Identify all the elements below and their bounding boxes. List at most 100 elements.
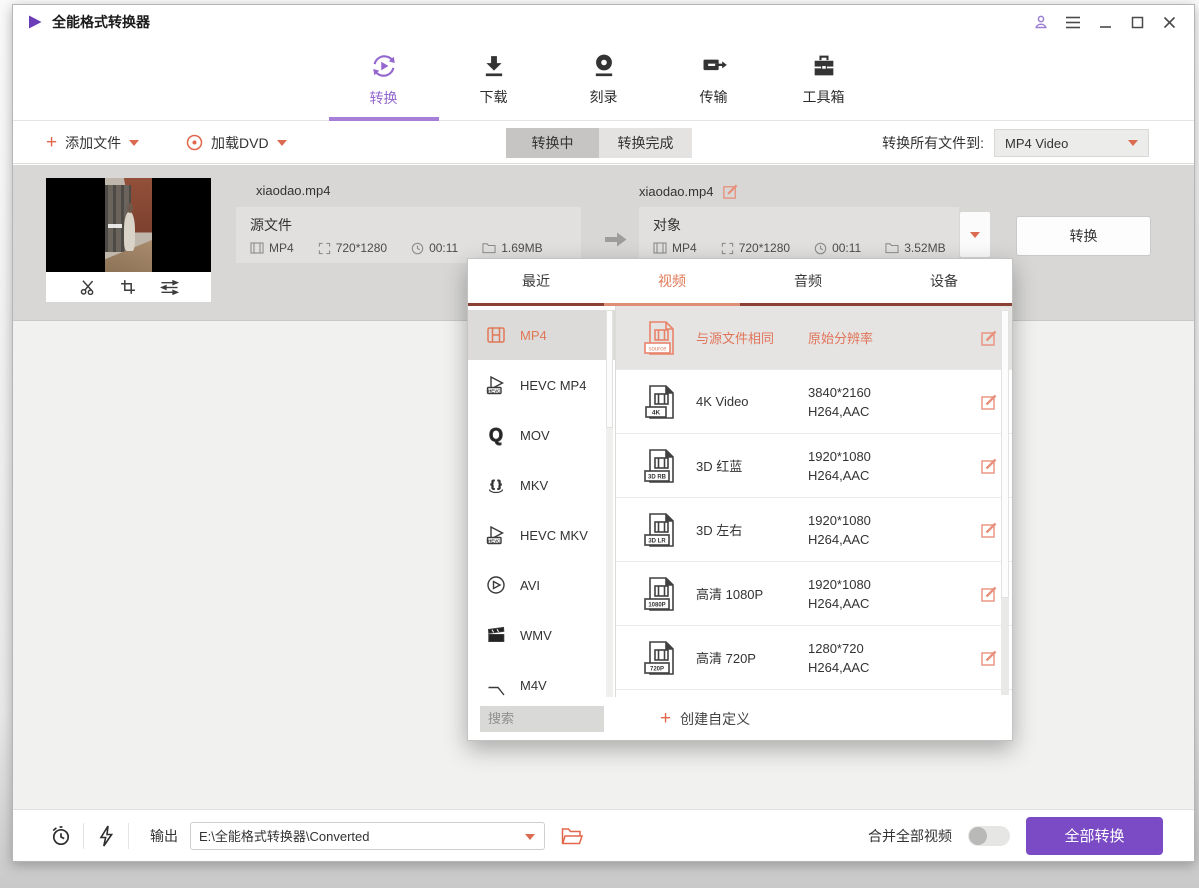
format-item-hevc-mkv[interactable]: HEVC HEVC MKV <box>468 510 615 560</box>
trim-icon[interactable] <box>79 279 96 295</box>
output-format-value: MP4 Video <box>1005 136 1068 151</box>
schedule-icon[interactable] <box>44 824 78 848</box>
screen: 全能格式转换器 <box>0 0 1199 888</box>
format-item-mp4[interactable]: MP4 <box>468 310 615 360</box>
search-input[interactable] <box>480 706 604 732</box>
format-list-scrollbar[interactable] <box>606 310 613 697</box>
format-list: MP4 HEVC HEVC MP4 Q MOV { } <box>468 306 616 697</box>
target-format-cell: MP4 <box>653 241 697 255</box>
format-item-avi[interactable]: AVI <box>468 560 615 610</box>
queue-tabs: 转换中 转换完成 <box>506 128 692 158</box>
open-folder-icon[interactable] <box>561 827 583 845</box>
target-size-cell: 3.52MB <box>885 241 945 255</box>
output-path-select[interactable] <box>190 822 545 850</box>
plus-icon: + <box>660 709 671 728</box>
source-format-cell: MP4 <box>250 241 294 255</box>
close-icon[interactable] <box>1158 12 1180 32</box>
preset-name: 高清 1080P <box>696 584 808 603</box>
nav-item-burn[interactable]: 刻录 <box>549 39 659 120</box>
svg-text:4K: 4K <box>652 409 661 416</box>
output-format-select[interactable]: MP4 Video <box>994 129 1149 157</box>
preset-resolution: 1920*1080 <box>808 577 938 592</box>
edit-icon[interactable] <box>980 329 998 347</box>
preset-row-1080p[interactable]: 1080P 高清 1080P 1920*1080 H264,AAC <box>616 562 1012 626</box>
m4v-icon <box>485 674 507 696</box>
resolution-icon <box>721 242 734 255</box>
tab-device[interactable]: 设备 <box>876 259 1012 303</box>
edit-icon[interactable] <box>980 393 998 411</box>
rename-icon[interactable] <box>722 183 739 200</box>
preset-codec: H264,AAC <box>808 596 938 611</box>
nav-item-toolbox[interactable]: 工具箱 <box>769 39 879 120</box>
output-path-input[interactable] <box>191 828 544 843</box>
preset-row-3d-rb[interactable]: 3D RB 3D 红蓝 1920*1080 H264,AAC <box>616 434 1012 498</box>
tab-audio[interactable]: 音频 <box>740 259 876 303</box>
format-popup-body: MP4 HEVC HEVC MP4 Q MOV { } <box>468 306 1012 697</box>
preset-list-scrollbar[interactable] <box>1001 308 1009 695</box>
create-custom-label: 创建自定义 <box>680 709 750 729</box>
add-files-label: 添加文件 <box>65 133 121 153</box>
nav-item-transfer[interactable]: 传输 <box>659 39 769 120</box>
tab-recent[interactable]: 最近 <box>468 259 604 303</box>
preset-codec: H264,AAC <box>808 532 938 547</box>
crop-icon[interactable] <box>120 279 136 295</box>
divider <box>83 823 84 849</box>
output-label: 输出 <box>150 826 178 846</box>
convert-icon <box>369 51 399 81</box>
menu-icon[interactable] <box>1062 12 1084 32</box>
preset-row-source[interactable]: source 与源文件相同 原始分辨率 <box>616 306 1012 370</box>
preset-name: 高清 720P <box>696 648 808 667</box>
preset-resolution: 1280*720 <box>808 641 938 656</box>
maximize-icon[interactable] <box>1126 12 1148 32</box>
nav-label-burn: 刻录 <box>590 87 618 107</box>
nav-item-download[interactable]: 下载 <box>439 39 549 120</box>
merge-videos-toggle[interactable] <box>968 826 1010 846</box>
format-item-hevc-mp4[interactable]: HEVC HEVC MP4 <box>468 360 615 410</box>
target-box-title: 对象 <box>653 215 945 235</box>
row-convert-button[interactable]: 转换 <box>1016 216 1151 256</box>
transfer-icon <box>700 52 728 80</box>
preset-row-3d-lr[interactable]: 3D LR 3D 左右 1920*1080 H264,AAC <box>616 498 1012 562</box>
edit-icon[interactable] <box>980 457 998 475</box>
folder-icon <box>885 242 899 254</box>
svg-text:1080P: 1080P <box>648 602 665 608</box>
chevron-down-icon <box>277 140 287 146</box>
format-item-wmv[interactable]: WMV <box>468 610 615 660</box>
wmv-icon <box>485 624 507 646</box>
chevron-down-icon <box>1128 140 1138 146</box>
format-item-mov[interactable]: Q MOV <box>468 410 615 460</box>
nav-label-transfer: 传输 <box>700 87 728 107</box>
main-nav: 转换 下载 刻录 <box>13 39 1194 121</box>
preset-list: source 与源文件相同 原始分辨率 4K 4K Video <box>616 306 1012 697</box>
preset-row-720p[interactable]: 720P 高清 720P 1280*720 H264,AAC <box>616 626 1012 690</box>
format-popup: 最近 视频 音频 设备 MP4 HEVC <box>467 258 1013 741</box>
target-format-dropdown-button[interactable] <box>959 211 991 258</box>
tab-converted[interactable]: 转换完成 <box>599 128 692 158</box>
format-item-mkv[interactable]: { } MKV <box>468 460 615 510</box>
high-speed-icon[interactable] <box>89 824 123 848</box>
edit-icon[interactable] <box>980 521 998 539</box>
convert-all-button[interactable]: 全部转换 <box>1026 817 1163 855</box>
create-custom-button[interactable]: + 创建自定义 <box>660 709 750 729</box>
load-dvd-button[interactable]: 加载DVD <box>186 122 287 163</box>
edit-icon[interactable] <box>980 585 998 603</box>
edit-icon[interactable] <box>980 649 998 667</box>
tab-video[interactable]: 视频 <box>604 259 740 303</box>
video-thumbnail[interactable] <box>46 178 211 302</box>
add-files-button[interactable]: + 添加文件 <box>46 122 139 163</box>
avi-icon <box>485 574 507 596</box>
nav-item-convert[interactable]: 转换 <box>329 39 439 120</box>
preset-row-4k[interactable]: 4K 4K Video 3840*2160 H264,AAC <box>616 370 1012 434</box>
film-icon <box>250 242 264 254</box>
resolution-icon <box>318 242 331 255</box>
account-icon[interactable] <box>1030 12 1052 32</box>
minimize-icon[interactable] <box>1094 12 1116 32</box>
hevc-mkv-icon: HEVC <box>485 524 507 546</box>
preset-3d-lr-icon: 3D LR <box>642 511 680 549</box>
tab-converting[interactable]: 转换中 <box>506 128 599 158</box>
film-icon <box>653 242 667 254</box>
format-item-m4v[interactable]: M4V <box>468 660 615 697</box>
popup-footer: + 创建自定义 <box>468 697 1012 740</box>
effects-icon[interactable] <box>160 280 179 295</box>
clip-toolbar <box>46 272 211 302</box>
